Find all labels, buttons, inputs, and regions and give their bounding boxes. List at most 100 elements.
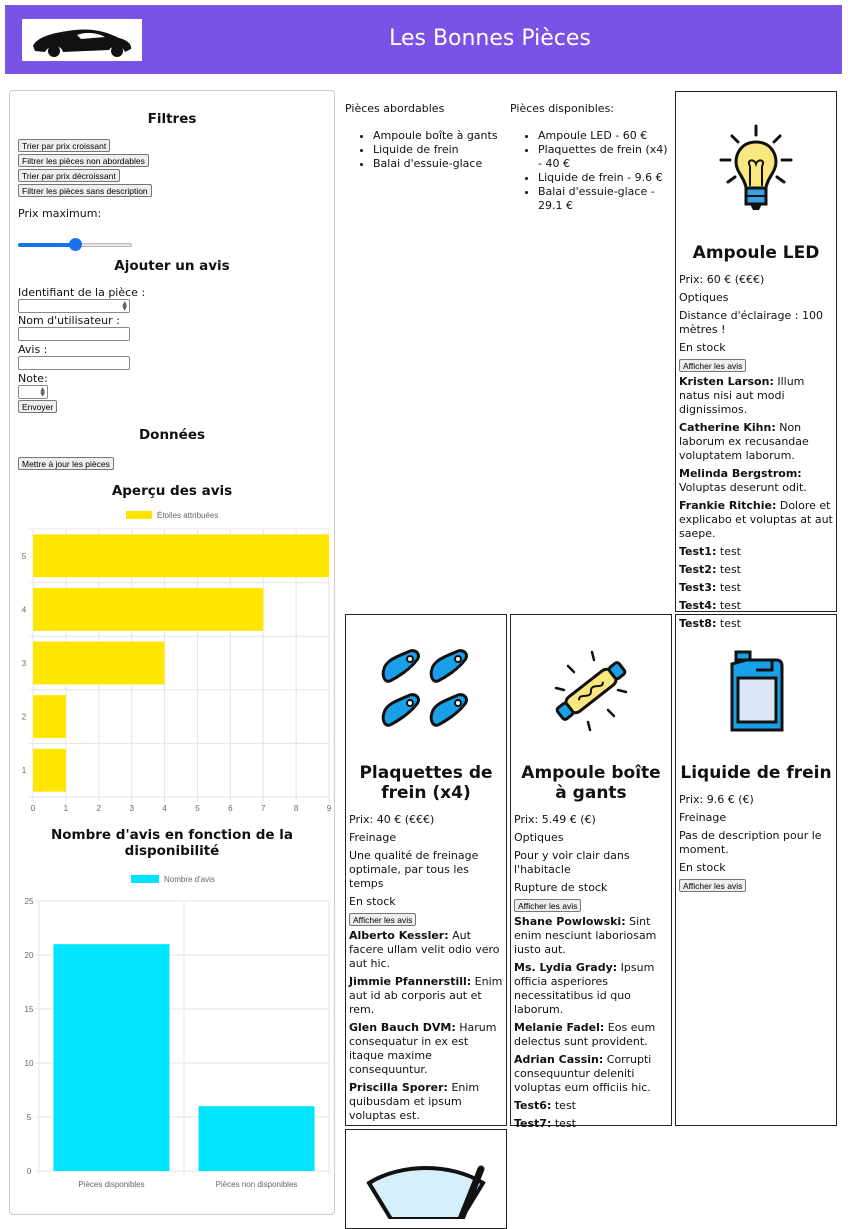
ratings-chart-title: Aperçu des avis [111,483,233,499]
list-item: Ampoule boîte à gants [373,129,505,143]
product-stock: En stock [349,895,396,908]
review-text: test [716,599,741,612]
review-text: test [551,1117,576,1130]
update-pieces-button[interactable]: Mettre à jour les pièces [18,457,114,470]
sort-descending-button[interactable]: Trier par prix décroissant [18,169,120,182]
review-user: Test7: [514,1117,552,1130]
legend-label: Étoiles attribuées [157,511,218,520]
review-label: Avis : [18,343,48,356]
product-name: Plaquettes de frein (x4) [359,763,493,803]
username-label: Nom d'utilisateur : [18,314,120,327]
review-item: Adrian Cassin: Corrupti consequuntur del… [514,1053,668,1095]
review-user: Frankie Ritchie: [679,499,777,512]
product-category: Optiques [514,831,564,844]
review-user: Test1: [679,545,717,558]
list-item: Liquide de frein [373,143,505,157]
product-name: Ampoule boîte à gants [521,763,661,803]
filter-affordable-button[interactable]: Filtrer les pièces non abordables [18,154,149,167]
y-tick-label: 4 [22,605,27,614]
legend-swatch [131,875,159,883]
y-tick-label: 1 [22,766,27,775]
review-input[interactable] [18,356,130,370]
product-price: Prix: 9.6 € (€) [679,793,754,806]
review-item: Alberto Kessler: Aut facere ullam velit … [349,929,503,971]
site-header: Les Bonnes Pièces [5,5,842,74]
piece-id-label: Identifiant de la pièce : [18,286,146,299]
x-tick-label: 1 [64,804,69,813]
product-price: Prix: 40 € (€€€) [349,813,435,826]
username-input[interactable] [18,327,130,341]
review-text: test [551,1099,576,1112]
bar [33,534,329,578]
review-item: Test2: test [679,563,833,577]
product-stock: Rupture de stock [514,881,608,894]
show-reviews-button[interactable]: Afficher les avis [679,879,747,892]
x-tick-label: 3 [129,804,134,813]
y-tick-label: 5 [27,1113,32,1122]
reviews-list: Alberto Kessler: Aut facere ullam velit … [349,929,503,1123]
price-max-label: Prix maximum: [18,207,102,220]
review-user: Test4: [679,599,717,612]
review-item: Catherine Kihn: Non laborum ex recusanda… [679,421,833,463]
wiper-blade-icon [349,1133,503,1219]
light-bulb-icon [679,95,833,243]
car-logo [22,19,142,61]
product-description: Pas de description pour le moment. [679,829,822,856]
legend-swatch [126,511,152,519]
reviews-list: Kristen Larson: Illum natus nisi aut mod… [679,375,833,631]
rating-label: Note: [18,372,48,385]
list-item: Balai d'essuie-glace [373,157,505,171]
review-item: Glen Bauch DVM: Harum consequatur in ex … [349,1021,503,1077]
rating-input[interactable]: ▲ ▼ [18,385,48,399]
y-tick-label: 10 [25,1059,34,1068]
availability-chart: Nombre d'avis 0 5 10 15 20 25 Pièces disponible… [25,875,330,1189]
product-category: Freinage [679,811,727,824]
show-reviews-button[interactable]: Afficher les avis [514,899,582,912]
product-name: Liquide de frein [680,763,832,783]
brake-fluid-icon [679,618,833,763]
price-max-slider[interactable] [18,238,132,251]
affordable-list: Pièces abordables Ampoule boîte à gants … [345,102,505,171]
product-category: Freinage [349,831,397,844]
y-tick-label: 15 [25,1005,34,1014]
show-reviews-button[interactable]: Afficher les avis [349,913,417,926]
review-user: Test3: [679,581,717,594]
site-title: Les Bonnes Pièces [389,26,591,51]
review-item: Frankie Ritchie: Dolore et explicabo et … [679,499,833,541]
review-item: Test6: test [514,1099,668,1113]
review-user: Test2: [679,563,717,576]
filter-description-button[interactable]: Filtrer les pièces sans description [18,184,152,197]
y-tick-label: 3 [22,659,27,668]
availability-chart-title: Nombre d'avis en fonction de la disponib… [50,827,294,859]
review-item: Melinda Bergstrom: Voluptas deserunt odi… [679,467,833,495]
submit-review-button[interactable]: Envoyer [18,400,58,413]
product-name: Ampoule LED [692,243,820,263]
bar [198,1106,315,1171]
x-tick-label: 5 [195,804,200,813]
list-item: Ampoule LED - 60 € [538,129,672,143]
review-user: Alberto Kessler: [349,929,449,942]
y-tick-label: 20 [25,951,34,960]
product-stock: En stock [679,861,726,874]
x-tick-label: 2 [97,804,102,813]
data-section-title: Données [138,427,206,443]
review-user: Catherine Kihn: [679,421,776,434]
review-user: Shane Powlowski: [514,915,626,928]
brake-pads-icon [349,618,503,763]
review-user: Test6: [514,1099,552,1112]
bar [33,748,66,792]
piece-id-input[interactable]: ▲ ▼ [18,299,130,313]
review-item: Ms. Lydia Grady: Ipsum officia asperiore… [514,961,668,1017]
x-tick-label: 7 [261,804,266,813]
show-reviews-button[interactable]: Afficher les avis [679,359,747,372]
sort-ascending-button[interactable]: Trier par prix croissant [18,139,111,152]
review-form-title: Ajouter un avis [114,258,230,274]
available-title: Pièces disponibles: [510,102,615,115]
x-tick-label: Pièces disponibles [78,1180,144,1189]
spinner-icon: ▲ ▼ [122,300,127,312]
review-user: Jimmie Pfannerstill: [349,975,472,988]
review-item: Melanie Fadel: Eos eum delectus sunt pro… [514,1021,668,1049]
product-card: Liquide de frein Prix: 9.6 € (€) Freinag… [675,614,837,1126]
product-card: Ampoule LED Prix: 60 € (€€€) Optiques Di… [675,91,837,630]
y-tick-label: 0 [27,1167,32,1176]
